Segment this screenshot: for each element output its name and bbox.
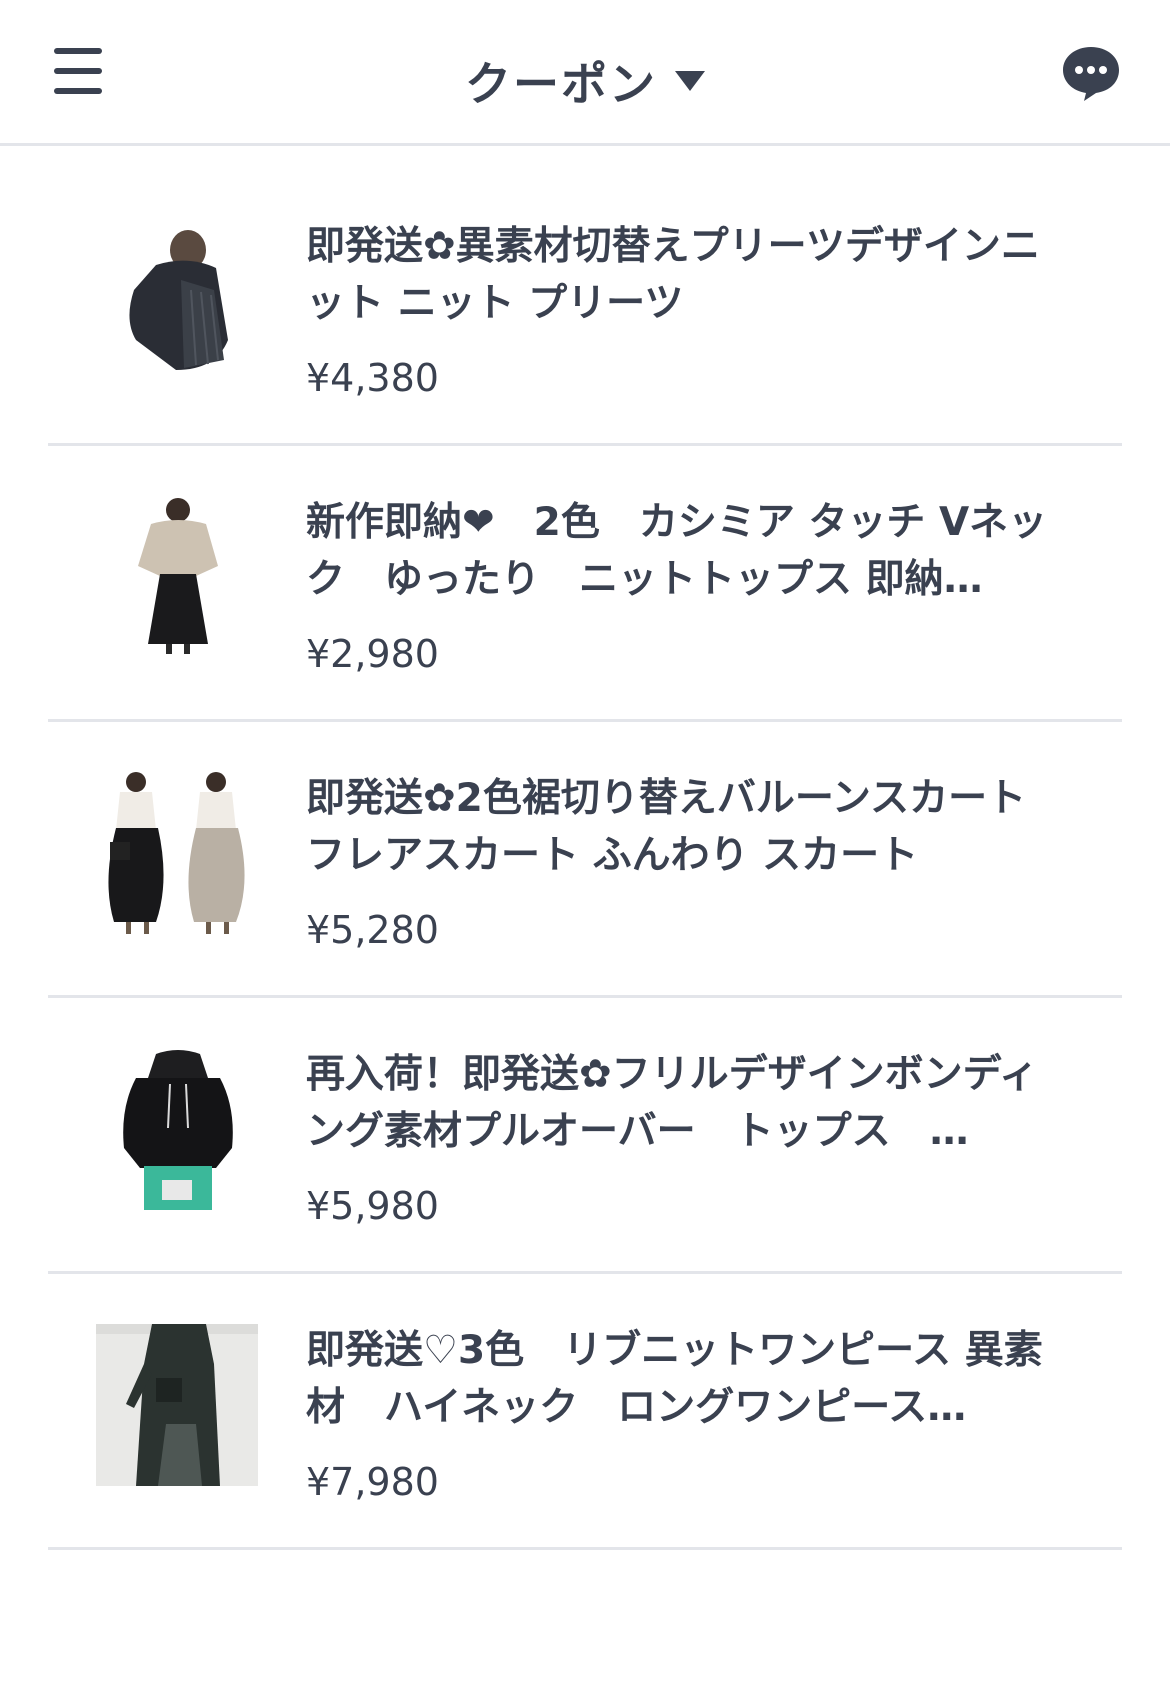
product-list-item[interactable]: 即発送✿異素材切替えプリーツデザインニット ニット プリーツ ¥4,380: [48, 170, 1122, 446]
app-header: クーポン: [0, 0, 1170, 146]
product-title: 新作即納❤ 2色 カシミア タッチ Vネック ゆったり ニットトップス 即納…: [306, 500, 1048, 602]
product-list-item[interactable]: 即発送✿2色裾切り替えバルーンスカート フレアスカート ふんわり スカート ¥5…: [48, 722, 1122, 998]
product-price: ¥7,980: [306, 1460, 439, 1504]
black-pleated-knit-image: [96, 220, 258, 382]
chat-bubble-icon[interactable]: [1060, 44, 1122, 102]
product-title: 即発送✿2色裾切り替えバルーンスカート フレアスカート ふんわり スカート: [306, 776, 1027, 878]
product-price: ¥2,980: [306, 632, 439, 676]
black-hoodie-pullover-image: [96, 1048, 258, 1210]
two-balloon-skirts-image: [96, 772, 258, 934]
product-price: ¥5,980: [306, 1184, 439, 1228]
title-dropdown[interactable]: クーポン: [0, 48, 1170, 114]
product-list-item[interactable]: 新作即納❤ 2色 カシミア タッチ Vネック ゆったり ニットトップス 即納… …: [48, 446, 1122, 722]
beige-knit-black-skirt-image: [96, 496, 258, 658]
dark-long-dress-image: [96, 1324, 258, 1486]
product-list: 即発送✿異素材切替えプリーツデザインニット ニット プリーツ ¥4,380 新作…: [48, 170, 1122, 1550]
product-list-item[interactable]: 再入荷！即発送✿フリルデザインボンディング素材プルオーバー トップス … ¥5,…: [48, 998, 1122, 1274]
product-price: ¥4,380: [306, 356, 439, 400]
product-title: 即発送✿異素材切替えプリーツデザインニット ニット プリーツ: [306, 224, 1040, 326]
caret-down-icon: [675, 71, 705, 91]
product-list-item[interactable]: 即発送♡3色 リブニットワンピース 異素材 ハイネック ロングワンピース… ¥7…: [48, 1274, 1122, 1550]
product-title: 再入荷！即発送✿フリルデザインボンディング素材プルオーバー トップス …: [306, 1052, 1038, 1154]
page-title: クーポン: [465, 57, 657, 111]
product-price: ¥5,280: [306, 908, 439, 952]
product-title: 即発送♡3色 リブニットワンピース 異素材 ハイネック ロングワンピース…: [306, 1328, 1043, 1430]
